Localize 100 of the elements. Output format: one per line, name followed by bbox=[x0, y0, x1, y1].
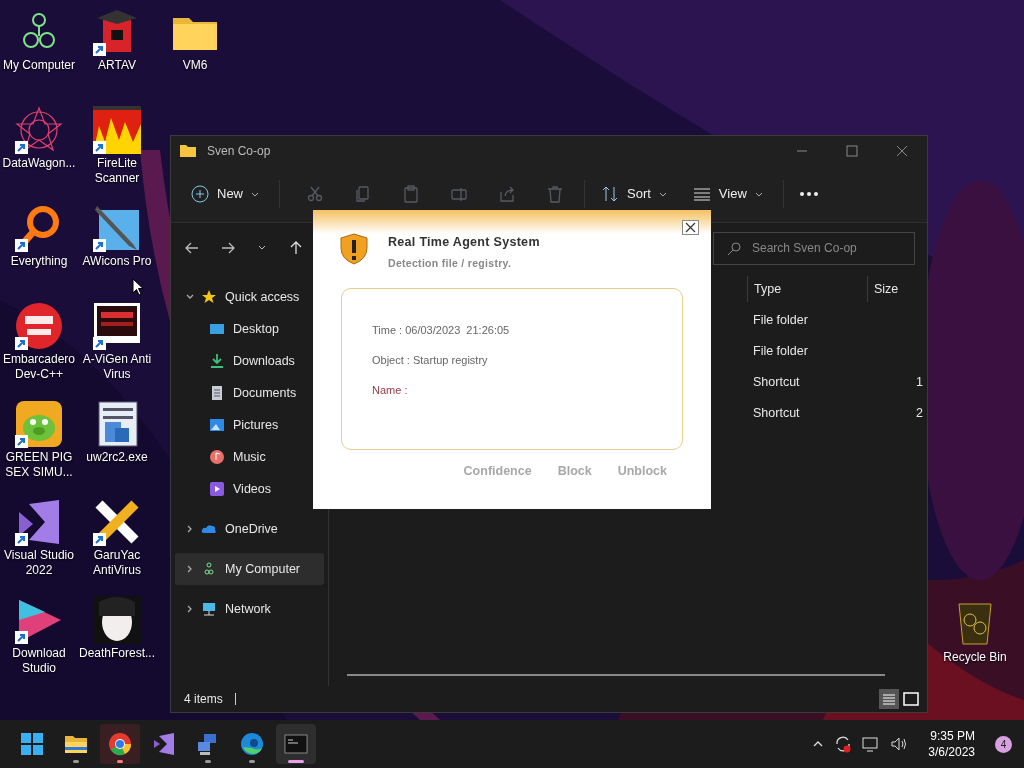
window-title: Sven Co-op bbox=[207, 143, 271, 160]
new-button[interactable]: New bbox=[189, 177, 261, 211]
star-pattern-icon bbox=[15, 106, 63, 154]
nav-label: My Computer bbox=[225, 560, 301, 578]
view-button[interactable]: View bbox=[688, 177, 767, 211]
desktop-icon-label[interactable]: GREEN PIG SEX SIMU... bbox=[0, 450, 78, 480]
desktop-icon-label[interactable]: DeathForest... bbox=[79, 646, 155, 661]
lines-icon bbox=[692, 187, 711, 201]
sort-arrows-icon bbox=[601, 185, 619, 203]
size-cell-text: 1 bbox=[916, 374, 923, 392]
visual-studio-logo-icon bbox=[152, 732, 176, 756]
sort-button[interactable]: Sort bbox=[597, 177, 671, 211]
document-icon bbox=[209, 385, 225, 401]
edge-logo-icon bbox=[240, 732, 264, 756]
shortcut-arrow-icon bbox=[15, 631, 28, 644]
video-icon bbox=[209, 481, 225, 497]
desktop-icon-label[interactable]: Everything bbox=[10, 254, 68, 269]
monitor-icon[interactable] bbox=[862, 735, 881, 753]
desktop-icon-label[interactable]: Recycle Bin bbox=[943, 650, 1007, 665]
desktop-icon-label[interactable]: Embarcadero Dev-C++ bbox=[0, 352, 78, 382]
more-icon[interactable] bbox=[799, 191, 818, 197]
flames-icon bbox=[93, 106, 141, 154]
preview-view-icon[interactable] bbox=[901, 689, 921, 709]
nav-label: Videos bbox=[233, 480, 271, 498]
shortcut-arrow-icon bbox=[15, 337, 28, 350]
clock-time: 9:35 PM bbox=[930, 728, 975, 744]
clock[interactable]: 9:35 PM 3/6/2023 bbox=[928, 728, 975, 760]
forward-arrow-icon[interactable] bbox=[221, 241, 235, 255]
running-indicator bbox=[288, 760, 304, 763]
running-indicator bbox=[205, 760, 211, 763]
nav-label: Documents bbox=[233, 384, 297, 402]
size-cell-text: 2 bbox=[916, 405, 923, 423]
status-text: 4 items bbox=[184, 691, 223, 708]
sync-icon[interactable] bbox=[834, 735, 853, 753]
detail-text: Time : 06/03/2023 21:26:05 bbox=[372, 322, 511, 338]
warning-shield-icon bbox=[340, 233, 368, 265]
desktop-icon-label[interactable]: Download Studio bbox=[0, 646, 78, 676]
type-cell-text: File folder bbox=[753, 312, 809, 330]
shortcut-arrow-icon bbox=[93, 141, 106, 154]
clipboard-icon[interactable] bbox=[402, 185, 420, 203]
terminal-button[interactable] bbox=[276, 724, 316, 764]
recycle-bin-icon bbox=[955, 600, 995, 646]
desktop-icon-label[interactable]: DataWagon... bbox=[2, 156, 76, 171]
type-cell-text: Shortcut bbox=[753, 405, 801, 423]
desktop-icon-label[interactable]: Visual Studio 2022 bbox=[0, 548, 78, 578]
notification-count[interactable]: 4 bbox=[995, 735, 1012, 753]
up-arrow-icon[interactable] bbox=[289, 241, 303, 255]
shortcut-arrow-icon bbox=[15, 533, 28, 546]
column-header[interactable]: Size bbox=[874, 279, 899, 299]
search-icon bbox=[727, 241, 741, 256]
shortcut-arrow-icon bbox=[15, 435, 28, 448]
shortcut-arrow-icon bbox=[93, 43, 106, 56]
detail-text: Name : bbox=[372, 382, 409, 398]
scissors-icon[interactable] bbox=[306, 185, 324, 203]
nav-label: OneDrive bbox=[225, 520, 278, 538]
shortcut-arrow-icon bbox=[93, 533, 106, 546]
nav-item[interactable]: Network bbox=[175, 593, 324, 625]
caret-icon bbox=[251, 190, 259, 198]
desktop-icon-label[interactable]: GaruYac AntiVirus bbox=[78, 548, 156, 578]
mouse-pointer-icon bbox=[132, 278, 144, 296]
desktop-icon-label[interactable]: My Computer bbox=[3, 58, 75, 73]
desktop-icon-label[interactable]: FireLite Scanner bbox=[78, 156, 156, 186]
nav-label: Network bbox=[225, 600, 271, 618]
speaker-icon[interactable] bbox=[890, 735, 909, 753]
download-icon bbox=[209, 353, 225, 369]
nav-label: Pictures bbox=[233, 416, 279, 434]
back-arrow-icon[interactable] bbox=[185, 241, 199, 255]
running-indicator bbox=[73, 760, 79, 763]
running-indicator bbox=[117, 760, 123, 763]
share-icon[interactable] bbox=[498, 185, 516, 203]
close-button[interactable] bbox=[682, 220, 699, 235]
desktop-icon-label[interactable]: VM6 bbox=[182, 58, 208, 73]
dialog-subtitle: Detection file / registry. bbox=[388, 255, 513, 271]
figure-icon bbox=[93, 596, 141, 644]
type-cell-text: Shortcut bbox=[753, 374, 801, 392]
desktop-icon-label[interactable]: AWicons Pro bbox=[82, 254, 152, 269]
nav-item[interactable]: My Computer bbox=[175, 553, 324, 585]
shortcut-arrow-icon bbox=[15, 239, 28, 252]
nav-label: Music bbox=[233, 448, 266, 466]
search-field[interactable]: Search Sven Co-op bbox=[713, 231, 915, 265]
browser-button[interactable] bbox=[100, 724, 140, 764]
maximize-icon[interactable] bbox=[846, 145, 858, 157]
figure-outline-icon bbox=[201, 561, 217, 577]
desktop-icon bbox=[209, 321, 225, 337]
network-icon bbox=[201, 601, 217, 617]
star-icon bbox=[201, 289, 217, 305]
music-icon bbox=[209, 449, 225, 465]
close-icon[interactable] bbox=[896, 145, 908, 157]
pen-on-square-icon bbox=[93, 204, 141, 252]
nav-label: Downloads bbox=[233, 352, 295, 370]
nav-item[interactable]: OneDrive bbox=[175, 513, 324, 545]
terminal-icon bbox=[284, 732, 308, 756]
detail-text: Object : Startup registry bbox=[372, 352, 489, 368]
caret-icon bbox=[754, 190, 763, 198]
column-header[interactable]: Type bbox=[754, 279, 782, 299]
nav-label: Quick access bbox=[225, 288, 300, 306]
horizontal-scrollbar[interactable] bbox=[347, 674, 885, 676]
desktop-icon-label[interactable]: A-ViGen Anti Virus bbox=[78, 352, 156, 382]
desktop-icon-label[interactable]: uw2rc2.exe bbox=[86, 450, 148, 465]
desktop-icon-label[interactable]: ARTAV bbox=[98, 58, 136, 73]
